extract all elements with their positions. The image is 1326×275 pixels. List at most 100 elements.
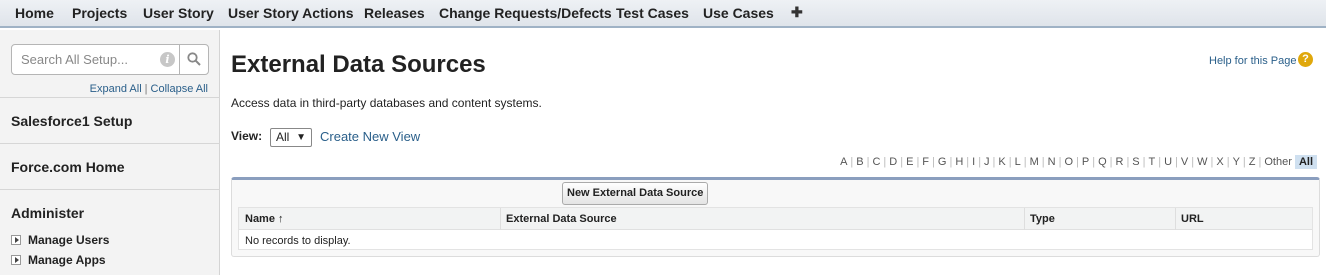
alpha-filter-y[interactable]: Y [1233, 156, 1240, 168]
alpha-separator: | [1023, 156, 1027, 168]
tab-user-story[interactable]: User Story [143, 5, 214, 21]
list-view-panel: New External Data Source Name ↑ External… [231, 177, 1320, 257]
view-select[interactable]: All ▼ [270, 128, 312, 147]
tab-change-requests-defects[interactable]: Change Requests/Defects [439, 5, 612, 21]
dropdown-arrow-icon: ▼ [296, 132, 306, 143]
alphabet-filter: A | B | C | D | E | F | G | H | I | J | K | L | M | N | O | P | Q | R | S | T |… [0, 155, 1317, 169]
records-table: Name ↑ External Data Source Type URL No … [238, 207, 1313, 250]
alpha-filter-l[interactable]: L [1015, 156, 1021, 168]
sidebar-item-label: Manage Apps [28, 253, 106, 267]
sidebar-item-manage-users[interactable]: Manage Users [11, 233, 109, 247]
alpha-filter-x[interactable]: X [1216, 156, 1223, 168]
alpha-separator: | [916, 156, 920, 168]
help-for-this-page-link[interactable]: Help for this Page [1209, 55, 1296, 67]
column-header-name[interactable]: Name ↑ [245, 213, 284, 225]
alpha-filter-b[interactable]: B [856, 156, 863, 168]
alpha-filter-t[interactable]: T [1149, 156, 1156, 168]
alpha-separator: | [1242, 156, 1246, 168]
tab-home[interactable]: Home [15, 5, 54, 21]
table-header-row: Name ↑ External Data Source Type URL [239, 208, 1312, 230]
expand-triangle-icon[interactable] [11, 235, 21, 245]
column-header-external-data-source[interactable]: External Data Source [506, 213, 617, 225]
alpha-filter-e[interactable]: E [906, 156, 913, 168]
sidebar-item-manage-apps[interactable]: Manage Apps [11, 253, 106, 267]
alpha-filter-k[interactable]: K [998, 156, 1005, 168]
alpha-separator: | [978, 156, 982, 168]
tab-projects[interactable]: Projects [72, 5, 127, 21]
tab-releases[interactable]: Releases [364, 5, 425, 21]
alpha-separator: | [1258, 156, 1262, 168]
setup-search-box: i [11, 44, 209, 75]
salesforce1-setup-section: Salesforce1 Setup [0, 97, 220, 143]
alpha-filter-f[interactable]: F [922, 156, 929, 168]
alpha-filter-j[interactable]: J [984, 156, 990, 168]
alpha-filter-s[interactable]: S [1132, 156, 1139, 168]
salesforce1-setup-link[interactable]: Salesforce1 Setup [11, 113, 132, 129]
alpha-separator: | [1058, 156, 1062, 168]
alpha-filter-n[interactable]: N [1048, 156, 1056, 168]
view-select-value: All [276, 130, 290, 144]
alpha-separator: | [1076, 156, 1079, 168]
link-separator: | [144, 83, 148, 95]
alpha-filter-m[interactable]: M [1030, 156, 1039, 168]
alpha-separator: | [1142, 156, 1146, 168]
alpha-filter-a[interactable]: A [840, 156, 847, 168]
alpha-filter-q[interactable]: Q [1098, 156, 1107, 168]
alpha-filter-g[interactable]: G [938, 156, 947, 168]
sidebar-item-label: Manage Users [28, 233, 110, 247]
expand-triangle-icon[interactable] [11, 255, 21, 265]
column-divider [1175, 208, 1176, 230]
alpha-separator: | [949, 156, 953, 168]
administer-header: Administer [11, 205, 85, 221]
alpha-filter-w[interactable]: W [1197, 156, 1207, 168]
alpha-separator: | [1008, 156, 1012, 168]
alpha-filter-v[interactable]: V [1181, 156, 1188, 168]
alpha-separator: | [1226, 156, 1230, 168]
expand-collapse-links: Expand All | Collapse All [0, 83, 208, 95]
all-tabs-plus-icon[interactable]: ✚ [791, 4, 803, 21]
alpha-separator: | [992, 156, 996, 168]
alpha-filter-u[interactable]: U [1164, 156, 1172, 168]
setup-search-input[interactable] [12, 45, 180, 74]
alpha-filter-all[interactable]: All [1294, 155, 1317, 169]
alpha-filter-other[interactable]: Other [1264, 156, 1292, 168]
tab-test-cases[interactable]: Test Cases [616, 5, 689, 21]
page-description: Access data in third-party databases and… [231, 96, 542, 110]
setup-sidebar: i Expand All|Collapse All Salesforce1 Se… [0, 30, 220, 275]
create-new-view-link[interactable]: Create New View [320, 129, 420, 144]
alpha-separator: | [1109, 156, 1113, 168]
alpha-filter-o[interactable]: O [1064, 156, 1073, 168]
expand-all-link[interactable]: Expand All [90, 83, 142, 95]
alpha-separator: | [1175, 156, 1178, 168]
empty-table-message: No records to display. [245, 235, 351, 247]
new-external-data-source-button[interactable]: New External Data Source [562, 182, 709, 205]
alpha-separator: | [1158, 156, 1162, 168]
alpha-separator: | [1041, 156, 1045, 168]
collapse-all-link[interactable]: Collapse All [151, 83, 208, 95]
alpha-separator: | [1191, 156, 1195, 168]
info-icon[interactable]: i [160, 52, 175, 67]
alpha-filter-z[interactable]: Z [1249, 156, 1256, 168]
help-icon[interactable]: ? [1298, 52, 1313, 67]
alpha-separator: | [932, 156, 935, 168]
tab-bar: Home Projects User Story User Story Acti… [0, 0, 1326, 28]
search-icon [187, 52, 201, 66]
alpha-filter-r[interactable]: R [1115, 156, 1123, 168]
alpha-filter-h[interactable]: H [955, 156, 963, 168]
alpha-separator: | [1092, 156, 1096, 168]
tab-user-story-actions[interactable]: User Story Actions [228, 5, 354, 21]
alpha-filter-i[interactable]: I [972, 156, 975, 168]
column-divider [500, 208, 501, 230]
tab-use-cases[interactable]: Use Cases [703, 5, 774, 21]
column-divider [1024, 208, 1025, 230]
column-header-url[interactable]: URL [1181, 213, 1204, 225]
search-button[interactable] [179, 45, 208, 74]
alpha-separator: | [1210, 156, 1214, 168]
alpha-filter-d[interactable]: D [889, 156, 897, 168]
alpha-filter-p[interactable]: P [1082, 156, 1089, 168]
column-header-type[interactable]: Type [1030, 213, 1055, 225]
administer-section: Administer Manage Users Manage Apps [0, 189, 220, 275]
alpha-separator: | [1126, 156, 1130, 168]
alpha-separator: | [866, 156, 870, 168]
alpha-filter-c[interactable]: C [872, 156, 880, 168]
